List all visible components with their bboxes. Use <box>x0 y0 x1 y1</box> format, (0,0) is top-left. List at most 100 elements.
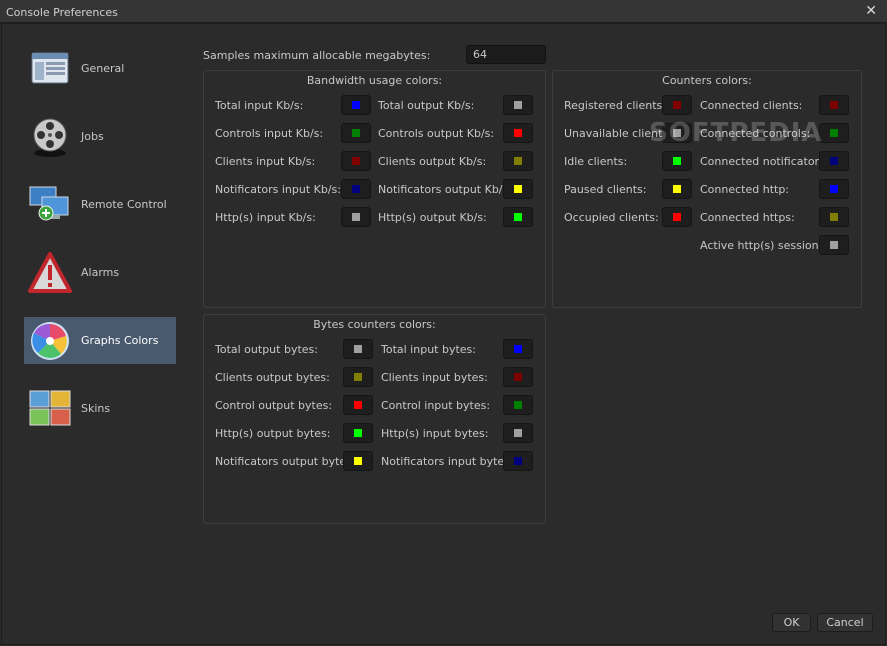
color-swatch <box>830 241 838 249</box>
counters-right-label: Connected http: <box>700 183 790 196</box>
bytes-right-color-button[interactable] <box>503 367 533 387</box>
bandwidth-right-label: Http(s) output Kb/s: <box>378 211 487 224</box>
counters-right-color-button[interactable] <box>819 151 849 171</box>
close-icon[interactable]: ✕ <box>865 3 877 19</box>
color-swatch <box>514 213 522 221</box>
sidebar-label-skins: Skins <box>81 402 111 415</box>
sidebar-label-remote-control: Remote Control <box>81 198 167 211</box>
bandwidth-right-color-button[interactable] <box>503 179 533 199</box>
bandwidth-right-color-button[interactable] <box>503 207 533 227</box>
bytes-right-label: Total input bytes: <box>381 343 476 356</box>
bandwidth-left-color-button[interactable] <box>341 179 371 199</box>
color-swatch <box>354 457 362 465</box>
color-swatch <box>352 129 360 137</box>
sidebar-item-alarms[interactable]: Alarms <box>24 249 176 296</box>
counters-left-label: Paused clients: <box>564 183 647 196</box>
sidebar-label-graphs-colors: Graphs Colors <box>81 334 159 347</box>
color-disc-icon <box>31 322 69 360</box>
bytes-left-label: Clients output bytes: <box>215 371 330 384</box>
color-swatch <box>673 185 681 193</box>
bandwidth-right-label: Controls output Kb/s: <box>378 127 495 140</box>
color-swatch <box>830 213 838 221</box>
bytes-right-color-button[interactable] <box>503 423 533 443</box>
color-swatch <box>352 185 360 193</box>
counters-right-color-button[interactable] <box>819 179 849 199</box>
window-title: Console Preferences <box>6 6 118 19</box>
samples-megabytes-input[interactable] <box>466 45 546 64</box>
bytes-right-color-button[interactable] <box>503 451 533 471</box>
bytes-right-label: Http(s) input bytes: <box>381 427 489 440</box>
color-swatch <box>514 157 522 165</box>
sidebar-item-general[interactable]: General <box>24 45 176 92</box>
counters-right-label: Connected notificators: <box>700 155 829 168</box>
counters-right-color-button[interactable] <box>819 207 849 227</box>
counters-group-title: Counters colors: <box>662 74 752 87</box>
color-swatch <box>352 157 360 165</box>
counters-right-label: Connected clients: <box>700 99 803 112</box>
bytes-left-color-button[interactable] <box>343 395 373 415</box>
bytes-left-label: Control output bytes: <box>215 399 333 412</box>
general-window-icon <box>31 52 69 84</box>
bytes-left-color-button[interactable] <box>343 367 373 387</box>
sidebar-item-skins[interactable]: Skins <box>24 385 176 432</box>
bandwidth-left-label: Clients input Kb/s: <box>215 155 316 168</box>
ok-button[interactable]: OK <box>772 613 811 632</box>
title-bar: Console Preferences ✕ <box>0 0 887 23</box>
bytes-left-label: Http(s) output bytes: <box>215 427 331 440</box>
sidebar-item-jobs[interactable]: Jobs <box>24 113 176 160</box>
color-swatch <box>673 101 681 109</box>
counters-left-color-button[interactable] <box>662 95 692 115</box>
bandwidth-left-label: Total input Kb/s: <box>215 99 304 112</box>
bandwidth-right-color-button[interactable] <box>503 123 533 143</box>
cancel-button[interactable]: Cancel <box>817 613 873 632</box>
counters-left-color-button[interactable] <box>662 207 692 227</box>
color-swatch <box>673 213 681 221</box>
bandwidth-left-color-button[interactable] <box>341 151 371 171</box>
sidebar-label-jobs: Jobs <box>81 130 104 143</box>
bandwidth-left-label: Controls input Kb/s: <box>215 127 324 140</box>
color-swatch <box>830 157 838 165</box>
counters-right-color-button[interactable] <box>819 235 849 255</box>
color-swatch <box>514 345 522 353</box>
bandwidth-right-color-button[interactable] <box>503 151 533 171</box>
sidebar-item-graphs-colors[interactable]: Graphs Colors <box>24 317 176 364</box>
bandwidth-left-color-button[interactable] <box>341 123 371 143</box>
bytes-left-color-button[interactable] <box>343 339 373 359</box>
color-swatch <box>514 129 522 137</box>
bytes-right-color-button[interactable] <box>503 339 533 359</box>
bandwidth-left-color-button[interactable] <box>341 207 371 227</box>
bandwidth-right-label: Total output Kb/s: <box>378 99 475 112</box>
warning-triangle-icon <box>28 252 72 293</box>
sidebar-label-alarms: Alarms <box>81 266 120 279</box>
bytes-right-label: Control input bytes: <box>381 399 491 412</box>
color-swatch <box>354 429 362 437</box>
sidebar-item-remote-control[interactable]: Remote Control <box>24 181 176 228</box>
color-swatch <box>354 401 362 409</box>
bandwidth-left-color-button[interactable] <box>341 95 371 115</box>
counters-left-label: Occupied clients: <box>564 211 659 224</box>
bandwidth-right-label: Notificators output Kb/s: <box>378 183 512 196</box>
bytes-group-title: Bytes counters colors: <box>313 318 436 331</box>
color-swatch <box>673 157 681 165</box>
skins-icon <box>29 390 71 426</box>
remote-monitors-icon <box>29 186 69 221</box>
counters-left-color-button[interactable] <box>662 151 692 171</box>
film-reel-icon <box>33 118 67 157</box>
bytes-left-label: Total output bytes: <box>215 343 318 356</box>
color-swatch <box>514 185 522 193</box>
bandwidth-right-label: Clients output Kb/s: <box>378 155 487 168</box>
sidebar-label-general: General <box>81 62 125 75</box>
counters-left-label: Registered clients <box>564 99 663 112</box>
color-swatch <box>514 101 522 109</box>
bandwidth-right-color-button[interactable] <box>503 95 533 115</box>
bytes-left-color-button[interactable] <box>343 423 373 443</box>
bytes-right-color-button[interactable] <box>503 395 533 415</box>
bandwidth-left-label: Http(s) input Kb/s: <box>215 211 316 224</box>
counters-left-color-button[interactable] <box>662 179 692 199</box>
bytes-right-label: Notificators input bytes: <box>381 455 514 468</box>
counters-right-color-button[interactable] <box>819 123 849 143</box>
bytes-left-color-button[interactable] <box>343 451 373 471</box>
color-swatch <box>830 101 838 109</box>
bandwidth-group-title: Bandwidth usage colors: <box>306 74 443 87</box>
counters-right-color-button[interactable] <box>819 95 849 115</box>
